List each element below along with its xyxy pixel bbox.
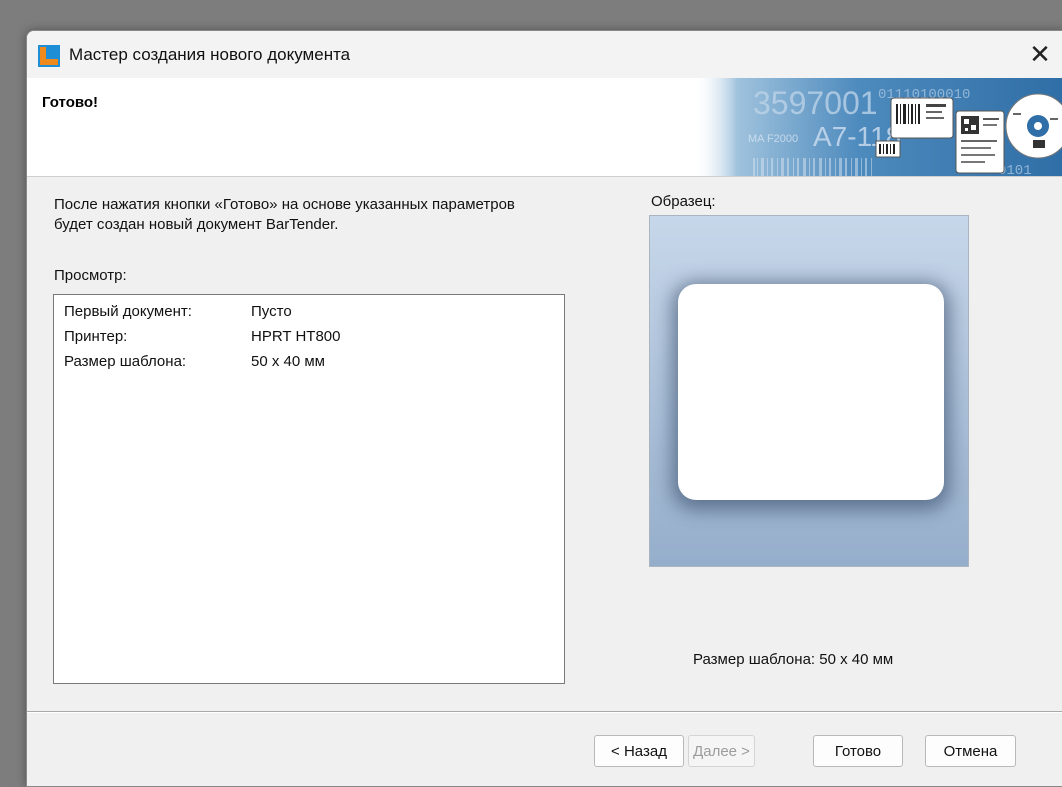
preview-row-key: Первый документ: [64,303,192,320]
preview-row-value: HPRT HT800 [251,328,341,345]
back-button[interactable]: < Назад [594,735,684,767]
preview-row-key: Размер шаблона: [64,353,187,370]
preview-list: Первый документ: Пусто Принтер: HPRT HT8… [53,294,565,684]
title-bar: Мастер создания нового документа ✕ [27,31,1062,78]
preview-row-value: 50 x 40 мм [251,353,325,370]
sample-preview [649,215,969,567]
close-icon[interactable]: ✕ [1017,31,1062,78]
qr-label-icon [955,110,1005,174]
bartender-app-icon [38,45,60,67]
cancel-button[interactable]: Отмена [925,735,1016,767]
wizard-dialog: Мастер создания нового документа ✕ Готов… [26,30,1062,787]
barcode-label-icon [890,97,954,139]
preview-row-value: Пусто [251,303,292,320]
wizard-header: Готово! 3597001 01110100010 A7-118 MA F2… [27,78,1062,177]
small-barcode-icon [875,140,901,158]
step-title: Готово! [42,94,99,111]
sample-label: Образец: [651,193,716,210]
finish-button[interactable]: Готово [813,735,903,767]
preview-label: Просмотр: [54,267,127,284]
window-title: Мастер создания нового документа [69,45,351,64]
preview-row-key: Принтер: [64,328,128,345]
banner-digits: 3597001 [753,85,878,121]
next-button[interactable]: Далее > [688,735,755,767]
banner-small-code: MA F2000 [748,133,798,145]
footer-divider [27,711,1062,713]
label-template-preview [678,284,944,500]
template-size-caption: Размер шаблона: 50 x 40 мм [693,651,894,668]
finish-description: После нажатия кнопки «Готово» на основе … [54,196,515,233]
banner-image: 3597001 01110100010 A7-118 MA F2000 0101 [693,78,1062,176]
